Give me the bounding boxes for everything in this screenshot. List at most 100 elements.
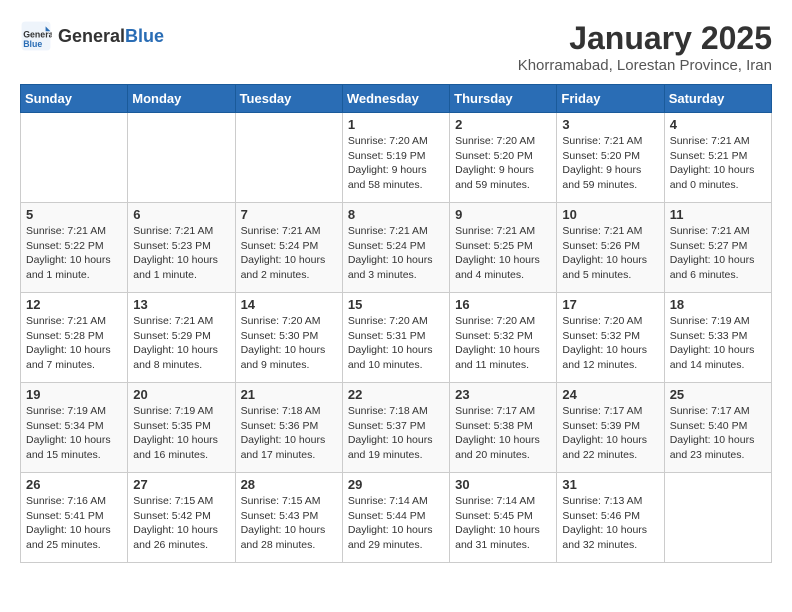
- header-tuesday: Tuesday: [235, 85, 342, 113]
- calendar-cell: 28 Sunrise: 7:15 AM Sunset: 5:43 PM Dayli…: [235, 473, 342, 563]
- header-monday: Monday: [128, 85, 235, 113]
- calendar-cell: 15 Sunrise: 7:20 AM Sunset: 5:31 PM Dayli…: [342, 293, 449, 383]
- day-info: Sunrise: 7:19 AM Sunset: 5:33 PM Dayligh…: [670, 314, 766, 373]
- calendar-cell: 7 Sunrise: 7:21 AM Sunset: 5:24 PM Daylig…: [235, 203, 342, 293]
- day-number: 18: [670, 297, 766, 312]
- title-block: January 2025 Khorramabad, Lorestan Provi…: [518, 20, 772, 74]
- day-number: 31: [562, 477, 658, 492]
- day-number: 1: [348, 117, 444, 132]
- day-number: 2: [455, 117, 551, 132]
- day-info: Sunrise: 7:20 AM Sunset: 5:19 PM Dayligh…: [348, 134, 444, 193]
- day-info: Sunrise: 7:21 AM Sunset: 5:21 PM Dayligh…: [670, 134, 766, 193]
- calendar-cell: 19Sunrise: 7:19 AM Sunset: 5:34 PM Dayli…: [21, 383, 128, 473]
- day-info: Sunrise: 7:21 AM Sunset: 5:26 PM Dayligh…: [562, 224, 658, 283]
- week-row-2: 5 Sunrise: 7:21 AM Sunset: 5:22 PM Daylig…: [21, 203, 772, 293]
- calendar-cell: 22 Sunrise: 7:18 AM Sunset: 5:37 PM Dayli…: [342, 383, 449, 473]
- calendar-cell: 5 Sunrise: 7:21 AM Sunset: 5:22 PM Daylig…: [21, 203, 128, 293]
- calendar-cell: 27 Sunrise: 7:15 AM Sunset: 5:42 PM Dayli…: [128, 473, 235, 563]
- header-wednesday: Wednesday: [342, 85, 449, 113]
- day-info: Sunrise: 7:21 AM Sunset: 5:28 PM Dayligh…: [26, 314, 122, 373]
- day-info: Sunrise: 7:15 AM Sunset: 5:43 PM Dayligh…: [241, 494, 337, 553]
- week-row-3: 12Sunrise: 7:21 AM Sunset: 5:28 PM Dayli…: [21, 293, 772, 383]
- day-number: 30: [455, 477, 551, 492]
- day-number: 7: [241, 207, 337, 222]
- calendar-cell: 3 Sunrise: 7:21 AM Sunset: 5:20 PM Daylig…: [557, 113, 664, 203]
- day-number: 16: [455, 297, 551, 312]
- day-info: Sunrise: 7:16 AM Sunset: 5:41 PM Dayligh…: [26, 494, 122, 553]
- calendar-cell: 11 Sunrise: 7:21 AM Sunset: 5:27 PM Dayli…: [664, 203, 771, 293]
- day-info: Sunrise: 7:21 AM Sunset: 5:24 PM Dayligh…: [241, 224, 337, 283]
- day-info: Sunrise: 7:14 AM Sunset: 5:45 PM Dayligh…: [455, 494, 551, 553]
- calendar-cell: [664, 473, 771, 563]
- day-number: 23: [455, 387, 551, 402]
- day-info: Sunrise: 7:21 AM Sunset: 5:29 PM Dayligh…: [133, 314, 229, 373]
- week-row-5: 26 Sunrise: 7:16 AM Sunset: 5:41 PM Dayli…: [21, 473, 772, 563]
- calendar-cell: 20Sunrise: 7:19 AM Sunset: 5:35 PM Dayli…: [128, 383, 235, 473]
- day-number: 27: [133, 477, 229, 492]
- logo-blue: Blue: [125, 26, 164, 46]
- day-number: 14: [241, 297, 337, 312]
- day-number: 15: [348, 297, 444, 312]
- day-number: 25: [670, 387, 766, 402]
- calendar-cell: 2 Sunrise: 7:20 AM Sunset: 5:20 PM Daylig…: [450, 113, 557, 203]
- calendar-cell: 8 Sunrise: 7:21 AM Sunset: 5:24 PM Daylig…: [342, 203, 449, 293]
- calendar-cell: 21Sunrise: 7:18 AM Sunset: 5:36 PM Dayli…: [235, 383, 342, 473]
- calendar-cell: 29Sunrise: 7:14 AM Sunset: 5:44 PM Dayli…: [342, 473, 449, 563]
- day-number: 22: [348, 387, 444, 402]
- day-number: 6: [133, 207, 229, 222]
- calendar-cell: 10 Sunrise: 7:21 AM Sunset: 5:26 PM Dayli…: [557, 203, 664, 293]
- calendar-cell: 12Sunrise: 7:21 AM Sunset: 5:28 PM Dayli…: [21, 293, 128, 383]
- day-info: Sunrise: 7:21 AM Sunset: 5:22 PM Dayligh…: [26, 224, 122, 283]
- day-number: 28: [241, 477, 337, 492]
- calendar-cell: [21, 113, 128, 203]
- day-number: 17: [562, 297, 658, 312]
- subtitle: Khorramabad, Lorestan Province, Iran: [518, 57, 772, 74]
- header-row: SundayMondayTuesdayWednesdayThursdayFrid…: [21, 85, 772, 113]
- day-info: Sunrise: 7:18 AM Sunset: 5:36 PM Dayligh…: [241, 404, 337, 463]
- week-row-4: 19Sunrise: 7:19 AM Sunset: 5:34 PM Dayli…: [21, 383, 772, 473]
- main-title: January 2025: [518, 20, 772, 57]
- day-info: Sunrise: 7:19 AM Sunset: 5:34 PM Dayligh…: [26, 404, 122, 463]
- calendar-cell: 9 Sunrise: 7:21 AM Sunset: 5:25 PM Daylig…: [450, 203, 557, 293]
- day-info: Sunrise: 7:15 AM Sunset: 5:42 PM Dayligh…: [133, 494, 229, 553]
- day-number: 10: [562, 207, 658, 222]
- day-number: 26: [26, 477, 122, 492]
- header-saturday: Saturday: [664, 85, 771, 113]
- day-info: Sunrise: 7:21 AM Sunset: 5:27 PM Dayligh…: [670, 224, 766, 283]
- header-sunday: Sunday: [21, 85, 128, 113]
- day-info: Sunrise: 7:20 AM Sunset: 5:20 PM Dayligh…: [455, 134, 551, 193]
- day-info: Sunrise: 7:18 AM Sunset: 5:37 PM Dayligh…: [348, 404, 444, 463]
- day-number: 8: [348, 207, 444, 222]
- day-number: 11: [670, 207, 766, 222]
- week-row-1: 1 Sunrise: 7:20 AM Sunset: 5:19 PM Daylig…: [21, 113, 772, 203]
- calendar-cell: [235, 113, 342, 203]
- day-number: 5: [26, 207, 122, 222]
- calendar-cell: 24 Sunrise: 7:17 AM Sunset: 5:39 PM Dayli…: [557, 383, 664, 473]
- day-info: Sunrise: 7:19 AM Sunset: 5:35 PM Dayligh…: [133, 404, 229, 463]
- logo: General Blue GeneralBlue: [20, 20, 164, 52]
- calendar-cell: 17 Sunrise: 7:20 AM Sunset: 5:32 PM Dayli…: [557, 293, 664, 383]
- day-info: Sunrise: 7:17 AM Sunset: 5:40 PM Dayligh…: [670, 404, 766, 463]
- day-info: Sunrise: 7:14 AM Sunset: 5:44 PM Dayligh…: [348, 494, 444, 553]
- calendar-cell: 4 Sunrise: 7:21 AM Sunset: 5:21 PM Daylig…: [664, 113, 771, 203]
- header-thursday: Thursday: [450, 85, 557, 113]
- day-info: Sunrise: 7:21 AM Sunset: 5:24 PM Dayligh…: [348, 224, 444, 283]
- svg-text:Blue: Blue: [23, 39, 42, 49]
- day-number: 9: [455, 207, 551, 222]
- day-info: Sunrise: 7:20 AM Sunset: 5:31 PM Dayligh…: [348, 314, 444, 373]
- calendar-cell: [128, 113, 235, 203]
- calendar-cell: 16Sunrise: 7:20 AM Sunset: 5:32 PM Dayli…: [450, 293, 557, 383]
- calendar-cell: 25 Sunrise: 7:17 AM Sunset: 5:40 PM Dayli…: [664, 383, 771, 473]
- day-number: 24: [562, 387, 658, 402]
- day-number: 13: [133, 297, 229, 312]
- day-info: Sunrise: 7:21 AM Sunset: 5:20 PM Dayligh…: [562, 134, 658, 193]
- calendar-cell: 30 Sunrise: 7:14 AM Sunset: 5:45 PM Dayli…: [450, 473, 557, 563]
- day-info: Sunrise: 7:17 AM Sunset: 5:38 PM Dayligh…: [455, 404, 551, 463]
- day-info: Sunrise: 7:21 AM Sunset: 5:25 PM Dayligh…: [455, 224, 551, 283]
- day-info: Sunrise: 7:20 AM Sunset: 5:30 PM Dayligh…: [241, 314, 337, 373]
- day-info: Sunrise: 7:20 AM Sunset: 5:32 PM Dayligh…: [562, 314, 658, 373]
- day-number: 4: [670, 117, 766, 132]
- header-friday: Friday: [557, 85, 664, 113]
- day-info: Sunrise: 7:17 AM Sunset: 5:39 PM Dayligh…: [562, 404, 658, 463]
- day-number: 3: [562, 117, 658, 132]
